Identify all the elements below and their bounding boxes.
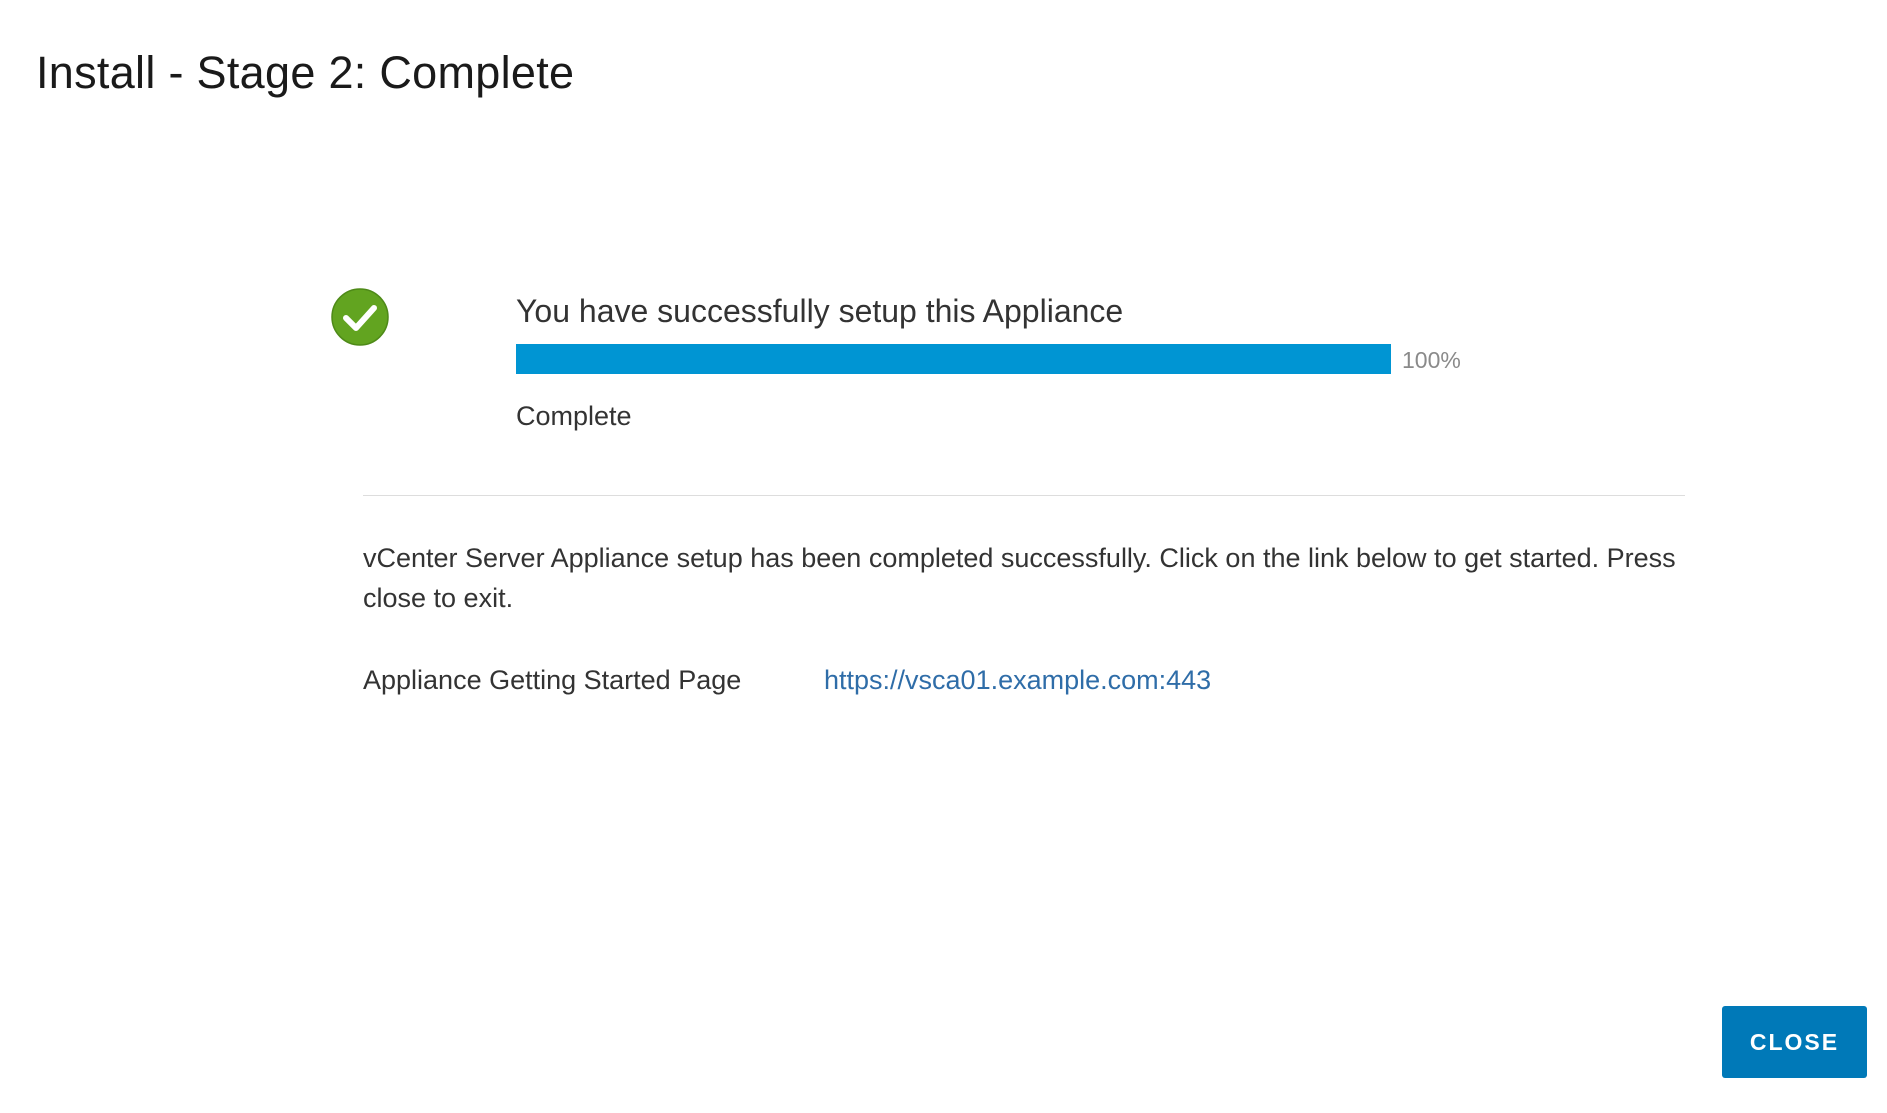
progress-percent-label: 100%: [1402, 347, 1461, 373]
progress-bar-fill: [516, 344, 1391, 374]
status-heading: You have successfully setup this Applian…: [516, 293, 1124, 329]
progress-bar: [516, 344, 1391, 374]
getting-started-label: Appliance Getting Started Page: [363, 665, 742, 695]
check-circle-icon: [331, 288, 389, 346]
divider: [363, 495, 1685, 496]
status-text: Complete: [516, 401, 632, 431]
install-complete-page: Install - Stage 2: Complete You have suc…: [0, 0, 1887, 1113]
completion-message: vCenter Server Appliance setup has been …: [363, 543, 1676, 613]
page-title: Install - Stage 2: Complete: [36, 47, 575, 98]
close-button[interactable]: CLOSE: [1722, 1006, 1867, 1078]
getting-started-link[interactable]: https://vsca01.example.com:443: [824, 660, 1211, 700]
